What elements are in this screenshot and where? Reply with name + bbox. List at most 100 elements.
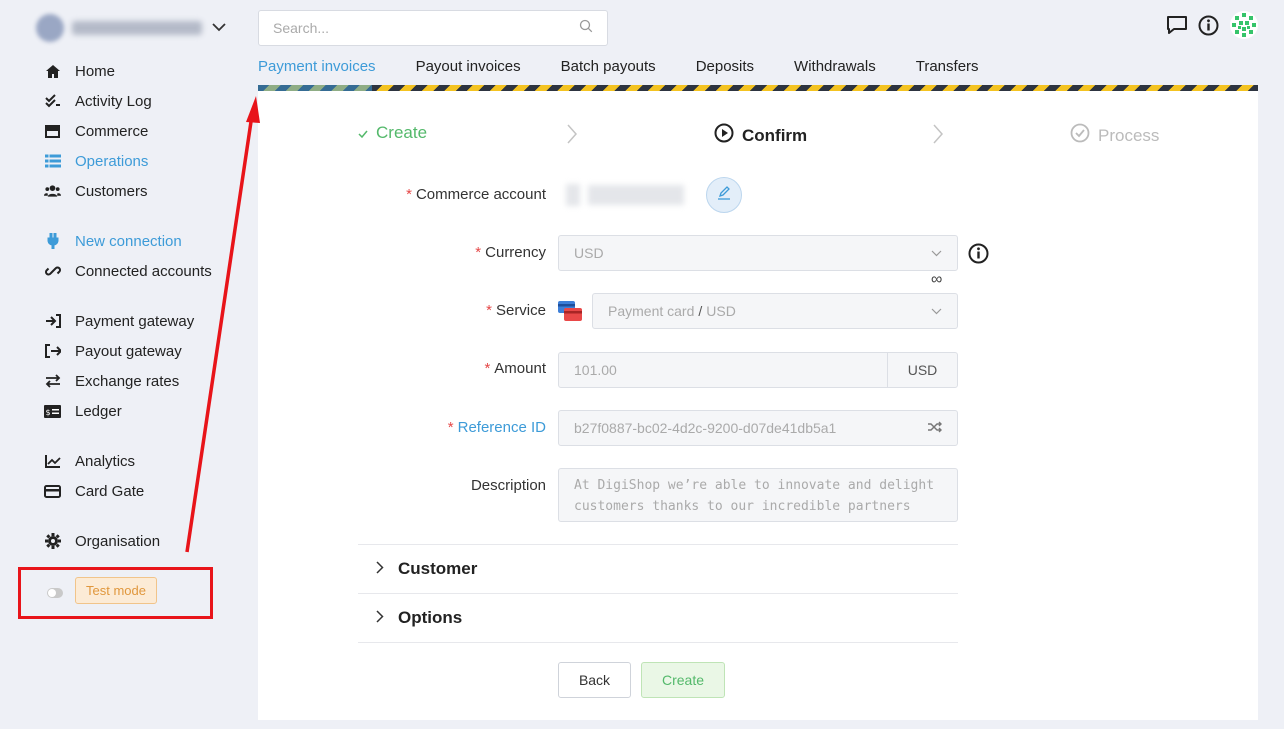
chevron-right-icon	[932, 123, 944, 151]
svg-text:$: $	[46, 408, 51, 417]
reference-id-label[interactable]: * Reference ID	[358, 419, 546, 436]
tab-deposits[interactable]: Deposits	[696, 58, 754, 86]
tab-batch-payouts[interactable]: Batch payouts	[561, 58, 656, 86]
chart-icon	[44, 453, 61, 470]
sidebar-item-activity-log[interactable]: Activity Log	[44, 90, 152, 112]
amount-currency-addon: USD	[887, 352, 958, 388]
step-label: Create	[376, 123, 428, 142]
sidebar-item-connected-accounts[interactable]: Connected accounts	[44, 260, 212, 282]
service-separator: /	[698, 303, 703, 319]
user-avatar[interactable]	[1229, 10, 1259, 45]
chevron-down-icon	[931, 246, 942, 260]
infinity-indicator: ∞	[931, 271, 943, 288]
sidebar-item-label: Activity Log	[75, 92, 152, 110]
info-icon[interactable]	[968, 243, 989, 269]
test-mode-badge[interactable]: Test mode	[75, 577, 157, 604]
top-icons	[1166, 10, 1259, 45]
chevron-down-icon	[212, 19, 226, 37]
sidebar-item-exchange-rates[interactable]: Exchange rates	[44, 370, 179, 392]
sidebar-item-card-gate[interactable]: Card Gate	[44, 480, 144, 502]
test-mode-highlight: Test mode	[18, 567, 213, 619]
users-icon	[44, 183, 61, 200]
edit-account-button[interactable]	[706, 177, 742, 213]
amount-input[interactable]: 101.00	[558, 352, 888, 388]
sidebar-item-payout-gateway[interactable]: Payout gateway	[44, 340, 182, 362]
search-icon[interactable]	[579, 19, 593, 38]
tab-payout-invoices[interactable]: Payout invoices	[416, 58, 521, 86]
section-title: Customer	[398, 559, 478, 578]
sidebar-item-new-connection[interactable]: New connection	[44, 230, 182, 252]
sidebar-item-label: Home	[75, 62, 116, 80]
check-icon	[358, 123, 368, 143]
reference-id-input[interactable]: b27f0887-bc02-4d2c-9200-d07de41db5a1	[558, 410, 958, 446]
amount-value: 101.00	[574, 362, 617, 378]
stepper: Create Confirm Process	[358, 123, 1160, 148]
reference-id-value: b27f0887-bc02-4d2c-9200-d07de41db5a1	[574, 420, 837, 436]
chat-icon[interactable]	[1166, 15, 1188, 40]
payment-card-icon	[558, 300, 582, 327]
check-circle-icon	[1070, 123, 1090, 148]
account-switcher[interactable]	[36, 12, 226, 44]
sign-out-icon	[44, 343, 61, 360]
sidebar-item-label: Card Gate	[75, 482, 145, 500]
service-select[interactable]: Payment card / USD	[592, 293, 958, 329]
currency-select[interactable]: USD	[558, 235, 958, 271]
sidebar-item-label: Commerce	[75, 122, 149, 140]
sidebar-item-label: Payment gateway	[75, 312, 195, 330]
chevron-right-icon	[566, 123, 578, 151]
create-button[interactable]: Create	[641, 662, 725, 698]
tab-bar: Payment invoices Payout invoices Batch p…	[258, 58, 1019, 86]
sidebar: Home Activity Log Commerce Operations Cu…	[0, 0, 240, 729]
service-currency: USD	[706, 303, 736, 319]
service-method: Payment card	[608, 303, 695, 319]
options-section-toggle[interactable]: Options	[358, 593, 958, 642]
invoice-form-card: Create Confirm Process * Commerce account…	[258, 91, 1258, 720]
store-icon	[44, 123, 61, 140]
sidebar-item-operations[interactable]: Operations	[44, 150, 148, 172]
step-label: Confirm	[742, 125, 808, 145]
plug-icon	[44, 233, 61, 250]
sidebar-item-analytics[interactable]: Analytics	[44, 450, 135, 472]
tab-payment-invoices[interactable]: Payment invoices	[258, 58, 376, 86]
tab-withdrawals[interactable]: Withdrawals	[794, 58, 876, 86]
customer-section-toggle[interactable]: Customer	[358, 544, 958, 593]
sidebar-item-ledger[interactable]: $ Ledger	[44, 400, 122, 422]
test-mode-toggle[interactable]	[47, 588, 63, 598]
sidebar-item-home[interactable]: Home	[44, 60, 115, 82]
sidebar-item-label: Organisation	[75, 532, 161, 550]
sidebar-item-payment-gateway[interactable]: Payment gateway	[44, 310, 194, 332]
step-create: Create	[358, 123, 427, 143]
sidebar-item-label: Customers	[75, 182, 148, 200]
link-icon	[44, 263, 61, 280]
list-icon	[44, 153, 61, 170]
sidebar-item-commerce[interactable]: Commerce	[44, 120, 148, 142]
section-title: Options	[398, 608, 463, 627]
gear-icon	[44, 533, 61, 550]
commerce-account-label: * Commerce account	[406, 186, 546, 203]
home-icon	[44, 63, 61, 80]
description-textarea[interactable]: At DigiShop we’re able to innovate and d…	[558, 468, 958, 522]
sidebar-item-label: Operations	[75, 152, 149, 170]
amount-label: * Amount	[484, 360, 546, 377]
back-button[interactable]: Back	[558, 662, 631, 698]
info-icon[interactable]	[1198, 15, 1219, 41]
sidebar-item-label: Payout gateway	[75, 342, 182, 360]
ledger-icon: $	[44, 403, 61, 420]
search-input[interactable]	[273, 20, 579, 36]
description-label: Description	[470, 477, 546, 494]
account-avatar	[36, 14, 64, 42]
chevron-right-icon	[376, 608, 384, 628]
check-double-icon	[44, 93, 61, 110]
shuffle-icon[interactable]	[928, 421, 942, 436]
tab-transfers[interactable]: Transfers	[916, 58, 979, 86]
chevron-right-icon	[376, 559, 384, 579]
commerce-account-logo-blurred	[566, 184, 580, 206]
sidebar-item-customers[interactable]: Customers	[44, 180, 148, 202]
section-divider	[358, 642, 958, 643]
step-confirm: Confirm	[714, 123, 807, 148]
card-icon	[44, 483, 61, 500]
sidebar-item-label: Exchange rates	[75, 372, 180, 390]
exchange-icon	[44, 373, 61, 390]
step-label: Process	[1098, 125, 1160, 145]
sidebar-item-organisation[interactable]: Organisation	[44, 530, 160, 552]
